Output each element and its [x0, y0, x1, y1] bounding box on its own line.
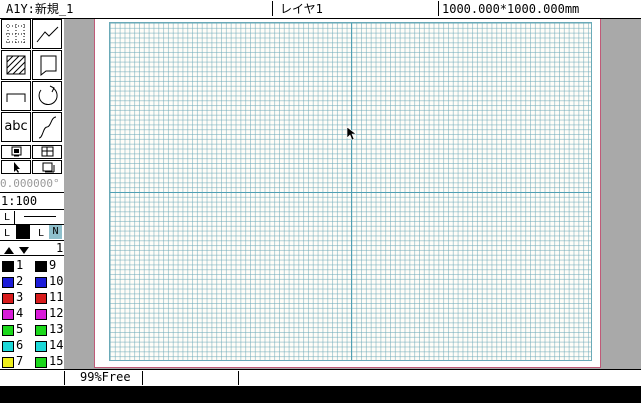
mouse-pointer-icon [346, 126, 358, 145]
frame-icon [42, 162, 55, 173]
polyline-icon [36, 26, 59, 43]
divider [0, 192, 64, 193]
curve-icon [38, 116, 57, 139]
memory-status: 99%Free [80, 370, 131, 384]
arrow-cursor-icon [14, 162, 20, 173]
color-swatch[interactable] [35, 293, 47, 304]
circle-arrow-icon [38, 85, 58, 105]
color-number: 13 [49, 322, 64, 336]
current-color-swatch[interactable] [16, 225, 30, 239]
title-bar: A1Y:新規_1 レイヤ1 1000.000*1000.000mm [0, 0, 641, 19]
color-number: 4 [16, 306, 24, 320]
color-swatch[interactable] [35, 357, 47, 368]
color-swatch[interactable] [35, 325, 47, 336]
angle-value[interactable]: 0.000000° [0, 178, 60, 190]
layer-counter: 1 [56, 241, 64, 255]
triangle-up-icon [4, 247, 14, 254]
tool-palette: abc 0.000000° 1:100 L L L N 1 1 9 2 10 3… [0, 19, 64, 385]
current-layer[interactable]: レイヤ1 [280, 0, 430, 18]
circle-tool[interactable] [32, 81, 62, 111]
hatch-tool[interactable] [1, 50, 31, 80]
rectangle-tool[interactable] [32, 50, 62, 80]
color-label-right: L [38, 228, 45, 239]
table-tool[interactable] [32, 145, 62, 159]
divider [0, 240, 64, 241]
dotted-grid-icon [6, 24, 26, 44]
display-tool[interactable] [1, 145, 31, 159]
divider [0, 255, 64, 256]
color-swatch[interactable] [2, 357, 14, 368]
monitor-icon [11, 146, 22, 157]
rectangle-icon [40, 55, 57, 77]
select-tool[interactable] [1, 160, 31, 174]
grid-select-tool[interactable] [1, 19, 31, 49]
color-number: 10 [49, 274, 64, 288]
status-bar: 99%Free [0, 369, 641, 386]
drawing-workspace[interactable] [64, 19, 641, 369]
frame-tool[interactable] [32, 160, 62, 174]
line-type-label: L [4, 212, 11, 223]
table-icon [41, 146, 54, 157]
divider [0, 209, 64, 210]
color-swatch[interactable] [2, 341, 14, 352]
mode-button[interactable]: N [49, 225, 62, 239]
color-label-left: L [4, 228, 11, 239]
color-number: 5 [16, 322, 24, 336]
line-type-sample[interactable] [24, 216, 56, 217]
color-number: 1 [16, 258, 24, 272]
color-swatch[interactable] [35, 309, 47, 320]
divider [438, 1, 439, 16]
divider [272, 1, 273, 16]
color-number: 14 [49, 338, 64, 352]
divider [14, 211, 15, 224]
color-swatch[interactable] [35, 261, 47, 272]
paper-size: 1000.000*1000.000mm [442, 2, 580, 16]
drawing-grid[interactable] [109, 22, 592, 361]
triangle-down-icon [19, 247, 29, 254]
divider [238, 371, 239, 385]
color-number: 3 [16, 290, 24, 304]
color-number: 9 [49, 258, 57, 272]
color-number: 11 [49, 290, 64, 304]
vertical-center-axis [351, 23, 352, 360]
color-swatch[interactable] [35, 277, 47, 288]
divider [142, 371, 143, 385]
hatch-icon [6, 55, 26, 75]
color-swatch[interactable] [2, 277, 14, 288]
color-number: 6 [16, 338, 24, 352]
divider [64, 371, 65, 385]
color-number: 15 [49, 354, 64, 368]
curve-tool[interactable] [32, 112, 62, 142]
color-swatch[interactable] [2, 261, 14, 272]
color-swatch[interactable] [35, 341, 47, 352]
file-name: A1Y:新規_1 [6, 2, 74, 16]
color-swatch[interactable] [2, 293, 14, 304]
color-number: 2 [16, 274, 24, 288]
color-swatch[interactable] [2, 309, 14, 320]
color-number: 12 [49, 306, 64, 320]
text-tool[interactable]: abc [1, 112, 31, 142]
polyline-tool[interactable] [32, 19, 62, 49]
paper-sheet [94, 19, 601, 368]
color-number: 7 [16, 354, 24, 368]
dimension-icon [6, 93, 26, 102]
dimension-tool[interactable] [1, 81, 31, 111]
color-swatch[interactable] [2, 325, 14, 336]
scale-value[interactable]: 1:100 [1, 195, 37, 207]
